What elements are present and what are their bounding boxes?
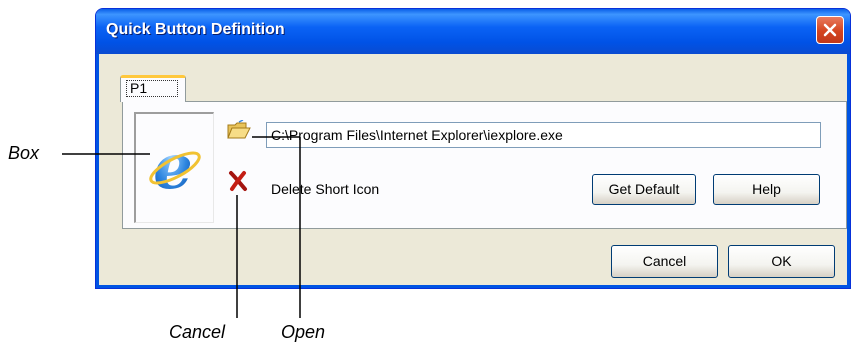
box-callout-label: Box xyxy=(8,143,40,163)
open-callout-label: Open xyxy=(281,322,326,342)
callout-lines xyxy=(62,136,301,318)
tab-p1[interactable]: P1 xyxy=(120,75,186,102)
cancel-callout-label: Cancel xyxy=(169,322,226,342)
tab-label: P1 xyxy=(126,80,178,97)
